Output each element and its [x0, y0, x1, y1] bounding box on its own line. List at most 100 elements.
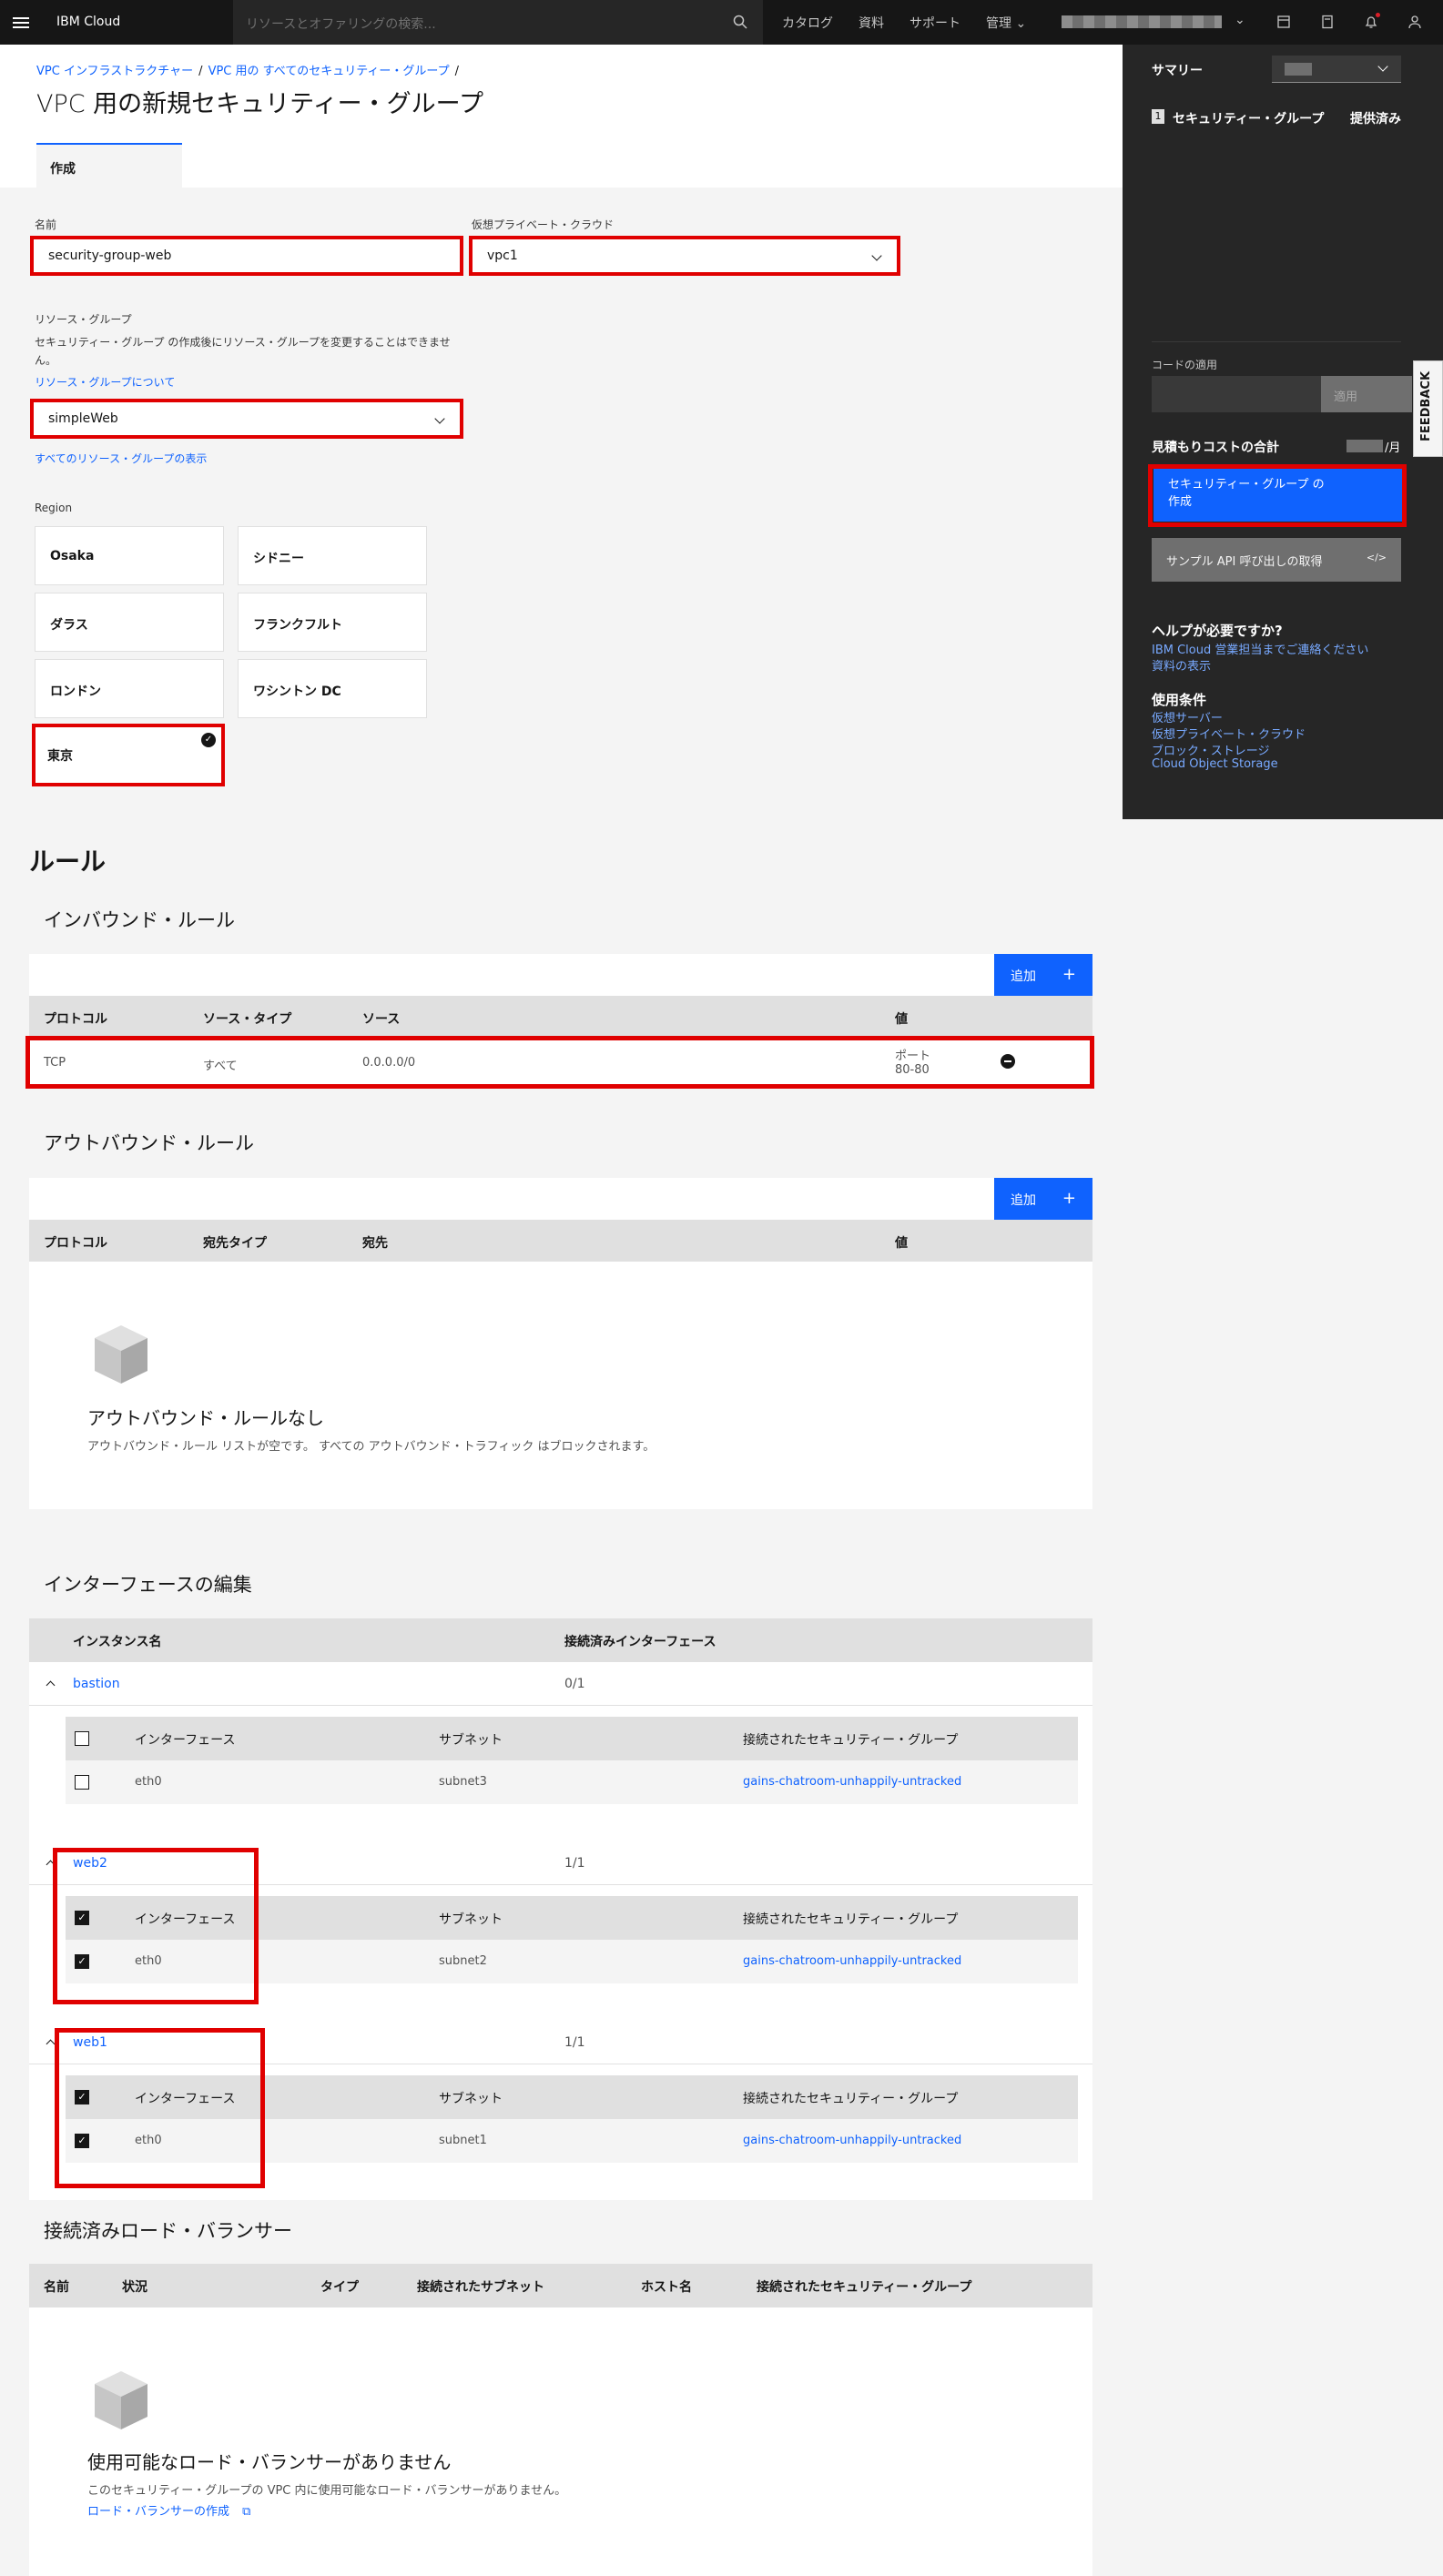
name-field[interactable]: security-group-web [30, 236, 463, 276]
brand-name[interactable]: IBM Cloud [56, 15, 120, 29]
region-tile-osaka[interactable]: Osaka [35, 526, 224, 585]
outbound-empty-title: アウトバウンド・ルールなし [87, 1407, 324, 1429]
breadcrumb: VPC インフラストラクチャー / VPC 用の すべてのセキュリティー・グループ / [36, 65, 460, 78]
region-tile-london[interactable]: ロンドン [35, 659, 224, 718]
select-all-checkbox[interactable] [75, 1731, 89, 1746]
help-link-docs[interactable]: 資料の表示 [1152, 656, 1211, 674]
help-link-contact[interactable]: IBM Cloud 営業担当までご連絡ください [1152, 640, 1368, 657]
account-selector[interactable] [1062, 15, 1222, 28]
summary-title: サマリー [1152, 64, 1203, 78]
instance-name-link[interactable]: bastion [73, 1677, 120, 1691]
interfaces-title: インターフェースの編集 [44, 1574, 252, 1596]
cost-estimator-icon[interactable] [1275, 13, 1293, 31]
item-count-badge: 1 [1152, 109, 1164, 124]
search-icon[interactable] [733, 15, 747, 29]
lb-table-header: 名前 状況 タイプ 接続されたサブネット ホスト名 接続されたセキュリティー・グ… [29, 2264, 1092, 2307]
connected-count: 0/1 [564, 1677, 585, 1691]
top-bar: IBM Cloud リソースとオファリングの検索... カタログ 資料 サポート… [0, 0, 1443, 45]
highlight-web2 [53, 1848, 259, 2004]
terms-title: 使用条件 [1152, 692, 1207, 708]
top-nav: カタログ 資料 サポート 管理 ⌄ [769, 0, 1039, 45]
empty-cube-icon [95, 2371, 147, 2429]
nav-catalog[interactable]: カタログ [769, 14, 846, 32]
nav-support[interactable]: サポート [897, 14, 973, 32]
menu-icon[interactable] [13, 17, 29, 28]
chevron-up-icon[interactable] [46, 2039, 56, 2049]
add-icon: + [1062, 1189, 1076, 1208]
calculator-icon[interactable] [1318, 13, 1336, 31]
terms-link-vpc[interactable]: 仮想プライベート・クラウド [1152, 725, 1306, 742]
rules-title: ルール [29, 847, 107, 877]
outbound-toolbar [29, 1178, 1092, 1220]
sample-api-button[interactable]: サンプル API 呼び出しの取得 </> [1152, 538, 1401, 582]
highlight-create-button [1148, 464, 1407, 527]
region-tile-tokyo[interactable]: 東京 ✓ [32, 724, 225, 786]
connected-count: 1/1 [564, 2035, 585, 2050]
inbound-toolbar [29, 954, 1092, 996]
feedback-tab[interactable]: FEEDBACK [1413, 360, 1443, 457]
lb-title: 接続済みロード・バランサー [44, 2220, 292, 2242]
checkmark-icon: ✓ [201, 733, 216, 747]
summary-dropdown[interactable] [1272, 56, 1401, 83]
highlight-inbound-row [25, 1036, 1094, 1089]
summary-item-label: セキュリティー・グループ [1173, 112, 1325, 127]
code-label: コードの適用 [1152, 359, 1218, 371]
tab-create[interactable]: 作成 [36, 143, 182, 188]
breadcrumb-vpc-infra[interactable]: VPC インフラストラクチャー [36, 65, 193, 78]
region-tile-dallas[interactable]: ダラス [35, 593, 224, 652]
region-tile-washington[interactable]: ワシントン DC [238, 659, 427, 718]
resource-group-select[interactable]: simpleWeb [30, 399, 463, 439]
region-tile-sydney[interactable]: シドニー [238, 526, 427, 585]
search-input[interactable]: リソースとオファリングの検索... [233, 0, 763, 45]
lb-empty-title: 使用可能なロード・バランサーがありません [87, 2451, 452, 2473]
resource-group-help: セキュリティー・グループ の作成後にリソース・グループを変更することはできません… [35, 336, 451, 367]
security-group-link[interactable]: gains-chatroom-unhappily-untracked [743, 1954, 961, 1968]
outbound-empty-desc: アウトバウンド・ルール リストが空です。 すべての アウトバウンド・トラフィック… [87, 1440, 655, 1454]
interfaces-table-header: インスタンス名 接続済みインターフェース [29, 1618, 1092, 1662]
code-icon: </> [1366, 552, 1387, 563]
cost-value [1346, 440, 1383, 452]
security-group-link[interactable]: gains-chatroom-unhappily-untracked [743, 2134, 961, 2147]
divider [1152, 341, 1401, 342]
security-group-link[interactable]: gains-chatroom-unhappily-untracked [743, 1775, 961, 1789]
highlight-web1 [55, 2028, 265, 2188]
breadcrumb-security-groups[interactable]: VPC 用の すべてのセキュリティー・グループ [208, 65, 450, 78]
region-label: Region [35, 502, 73, 514]
terms-link-virtual-server[interactable]: 仮想サーバー [1152, 708, 1223, 725]
lb-empty-desc: このセキュリティー・グループの VPC 内に使用可能なロード・バランサーがありま… [87, 2484, 567, 2498]
nav-manage[interactable]: 管理 ⌄ [973, 14, 1039, 32]
notification-icon[interactable] [1362, 13, 1380, 31]
empty-cube-icon [95, 1325, 147, 1384]
inbound-add-button[interactable]: 追加 + [994, 954, 1092, 996]
resource-group-about-link[interactable]: リソース・グループについて [35, 374, 175, 390]
all-resource-groups-link[interactable]: すべてのリソース・グループの表示 [35, 451, 207, 466]
outbound-add-button[interactable]: 追加 + [994, 1178, 1092, 1220]
instance-row-bastion[interactable]: bastion 0/1 [29, 1662, 1092, 1706]
lb-create-link[interactable]: ロード・バランサーの作成 ⧉ [87, 2501, 250, 2519]
interface-checkbox[interactable] [75, 1775, 89, 1790]
chevron-up-icon[interactable] [46, 1680, 56, 1690]
interface-row: eth0 subnet3 gains-chatroom-unhappily-un… [66, 1760, 1078, 1804]
terms-link-cos[interactable]: Cloud Object Storage [1152, 757, 1278, 771]
add-icon: + [1062, 965, 1076, 984]
outbound-title: アウトバウンド・ルール [44, 1132, 254, 1154]
code-input[interactable] [1152, 376, 1321, 412]
launch-icon: ⧉ [242, 2505, 251, 2519]
nav-docs[interactable]: 資料 [846, 14, 897, 32]
summary-item-status: 提供済み [1350, 112, 1401, 127]
apply-button[interactable]: 適用 [1321, 376, 1412, 412]
inbound-table-header: プロトコル ソース・タイプ ソース 値 [29, 996, 1092, 1038]
region-tile-frankfurt[interactable]: フランクフルト [238, 593, 427, 652]
terms-link-block-storage[interactable]: ブロック・ストレージ [1152, 741, 1269, 758]
chevron-down-icon [434, 413, 445, 424]
user-icon[interactable] [1406, 13, 1424, 31]
resource-group-label: リソース・グループ [35, 313, 132, 326]
cost-unit: /月 [1385, 441, 1401, 455]
page-title: VPC 用の新規セキュリティー・グループ [36, 90, 483, 118]
lb-empty-state: 使用可能なロード・バランサーがありません このセキュリティー・グループの VPC… [29, 2307, 1092, 2576]
vpc-select[interactable]: vpc1 [469, 236, 900, 276]
chevron-down-icon[interactable]: ⌄ [1235, 13, 1245, 27]
interface-subtable-header: インターフェース サブネット 接続されたセキュリティー・グループ [66, 1717, 1078, 1760]
chevron-down-icon [871, 250, 882, 261]
chevron-down-icon [1377, 61, 1388, 72]
